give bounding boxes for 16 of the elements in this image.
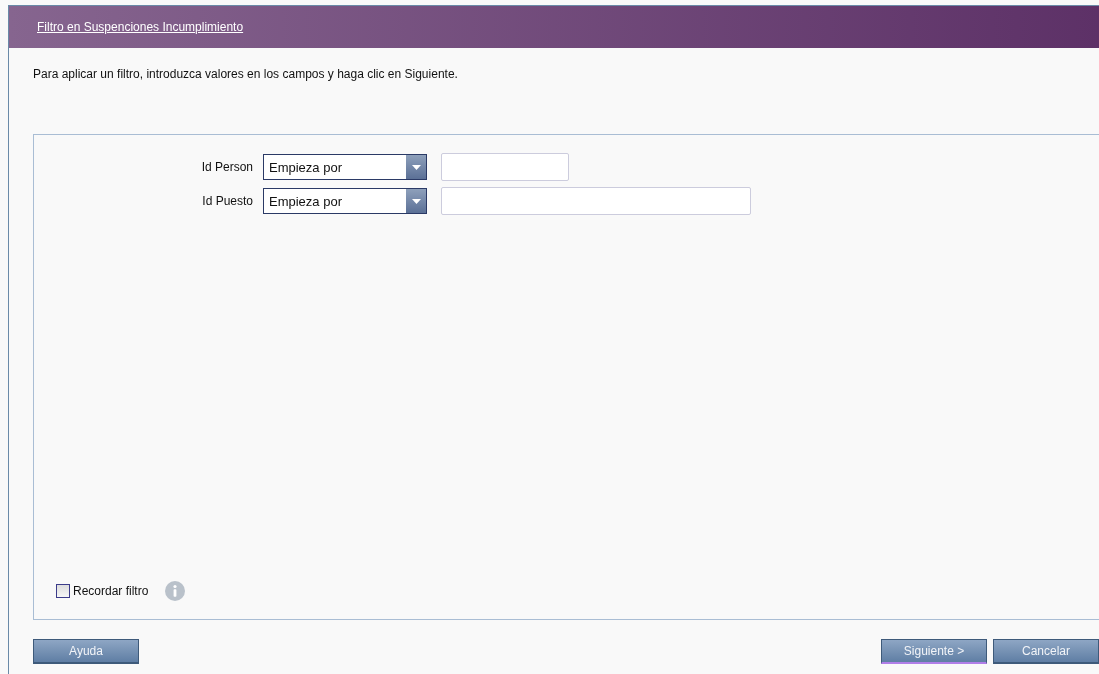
value-field[interactable] xyxy=(441,153,569,181)
field-label: Id Puesto xyxy=(202,194,253,208)
dropdown-arrow-icon xyxy=(411,198,421,204)
field-label: Id Person xyxy=(201,160,253,174)
dropdown-arrow-icon xyxy=(411,164,421,170)
instruction-text: Para aplicar un filtro, introduzca valores en los campos y haga clic en Siguiente. xyxy=(33,67,458,81)
help-button[interactable]: Ayuda xyxy=(33,639,139,664)
dialog-title: Filtro en Suspenciones Incumplimiento xyxy=(37,20,244,34)
operator-dropdown[interactable]: Empieza por xyxy=(263,154,427,180)
value-field[interactable] xyxy=(441,187,751,215)
checkbox-label: Recordar filtro xyxy=(73,584,149,598)
dialog-button[interactable]: Cancelar xyxy=(993,639,1099,664)
remember-checkbox[interactable] xyxy=(56,584,70,598)
info-icon[interactable] xyxy=(165,581,186,601)
operator-dropdown[interactable]: Empieza por xyxy=(263,188,427,214)
dialog-button[interactable]: Siguiente > xyxy=(881,639,987,664)
